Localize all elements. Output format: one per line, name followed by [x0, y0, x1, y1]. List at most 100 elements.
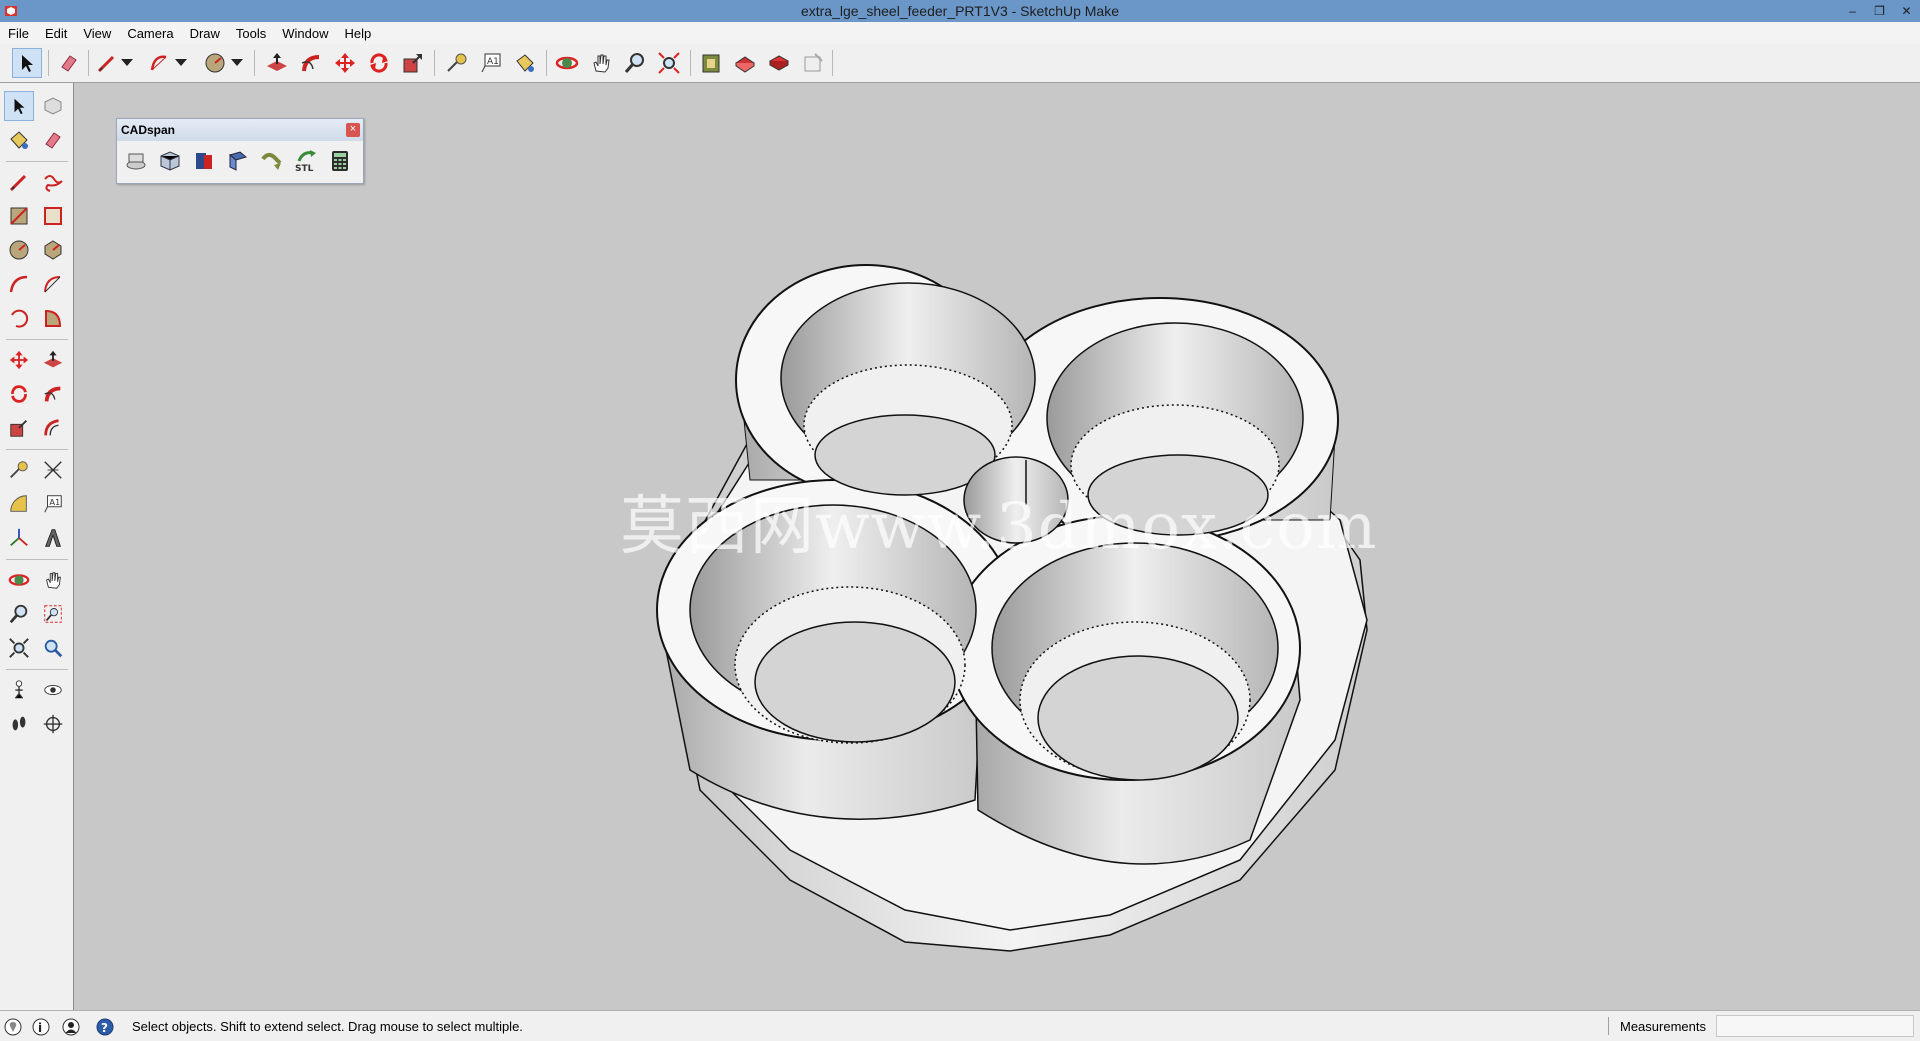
line-dropdown-chevron-icon[interactable]	[118, 48, 136, 78]
move-left-icon[interactable]	[4, 345, 34, 375]
push-pull-left-icon[interactable]	[38, 345, 68, 375]
orbit-icon[interactable]	[552, 48, 582, 78]
cadspan-resurface-icon[interactable]	[189, 146, 219, 176]
menu-file[interactable]: File	[0, 26, 37, 41]
circle-left-icon[interactable]	[4, 235, 34, 265]
cadspan-import-icon[interactable]	[121, 146, 151, 176]
circle-tool-icon[interactable]	[200, 48, 230, 78]
menu-bar: File Edit View Camera Draw Tools Window …	[0, 22, 1920, 44]
zoom-extents-left-icon[interactable]	[4, 633, 34, 663]
walk-footprints-icon[interactable]	[4, 709, 34, 739]
svg-text:A1: A1	[487, 57, 499, 67]
previous-view-icon[interactable]	[38, 633, 68, 663]
main-toolbar: A1	[0, 44, 1920, 83]
restore-button[interactable]: ❐	[1866, 0, 1893, 22]
menu-edit[interactable]: Edit	[37, 26, 75, 41]
pan-left-icon[interactable]	[38, 565, 68, 595]
select-tool-icon[interactable]	[12, 48, 42, 78]
measurements-label: Measurements	[1620, 1019, 1706, 1034]
cadspan-cube-icon[interactable]	[155, 146, 185, 176]
status-bar: i ? Select objects. Shift to extend sele…	[0, 1010, 1920, 1041]
svg-text:A1: A1	[49, 497, 60, 507]
zoom-left-icon[interactable]	[4, 599, 34, 629]
arc-tool-icon[interactable]	[144, 48, 174, 78]
text-left-icon[interactable]: A1	[38, 489, 68, 519]
warehouse-models-icon[interactable]	[696, 48, 726, 78]
cadspan-stl-label: STL	[295, 164, 314, 173]
cadspan-close-icon[interactable]: ×	[346, 123, 360, 137]
close-button[interactable]: ✕	[1893, 0, 1920, 22]
scale-icon[interactable]	[398, 48, 428, 78]
svg-text:?: ?	[101, 1021, 108, 1035]
pan-hand-icon[interactable]	[586, 48, 616, 78]
user-account-icon[interactable]	[62, 1018, 80, 1036]
cadspan-grid-icon[interactable]	[223, 146, 253, 176]
push-pull-icon[interactable]	[262, 48, 292, 78]
cadspan-repair-icon[interactable]	[257, 146, 287, 176]
tape-measure-left-icon[interactable]	[4, 455, 34, 485]
help-icon[interactable]: ?	[96, 1018, 114, 1036]
svg-text:i: i	[38, 1021, 42, 1035]
3d-text-icon[interactable]	[38, 523, 68, 553]
extension-warehouse-icon[interactable]	[798, 48, 828, 78]
window-title: extra_lge_sheel_feeder_PRT1V3 - SketchUp…	[800, 3, 1120, 19]
menu-tools[interactable]: Tools	[228, 26, 274, 41]
paint-bucket-icon[interactable]	[510, 48, 540, 78]
menu-window[interactable]: Window	[274, 26, 336, 41]
select-arrow-icon[interactable]	[4, 91, 34, 121]
minimize-button[interactable]: –	[1839, 0, 1866, 22]
status-hint: Select objects. Shift to extend select. …	[132, 1019, 523, 1034]
menu-help[interactable]: Help	[337, 26, 380, 41]
move-icon[interactable]	[330, 48, 360, 78]
model-viewport[interactable]: 莫西网www.3dmox.com	[74, 83, 1920, 1010]
share-component-icon[interactable]	[764, 48, 794, 78]
menu-view[interactable]: View	[75, 26, 119, 41]
follow-me-left-icon[interactable]	[38, 379, 68, 409]
share-model-icon[interactable]	[730, 48, 760, 78]
pie-icon[interactable]	[38, 303, 68, 333]
offset-icon[interactable]	[38, 413, 68, 443]
look-around-icon[interactable]	[38, 675, 68, 705]
section-plane-icon[interactable]	[38, 709, 68, 739]
left-toolbar: A1	[0, 83, 74, 1010]
axes-icon[interactable]	[4, 523, 34, 553]
arc-left-icon[interactable]	[4, 269, 34, 299]
circle-dropdown-chevron-icon[interactable]	[228, 48, 246, 78]
cadspan-title[interactable]: CADspan ×	[117, 119, 363, 141]
cadspan-stl-export-icon[interactable]: STL	[291, 146, 321, 176]
tape-measure-icon[interactable]	[442, 48, 472, 78]
two-point-arc-icon[interactable]	[38, 269, 68, 299]
arc-dropdown-chevron-icon[interactable]	[172, 48, 190, 78]
zoom-extents-icon[interactable]	[654, 48, 684, 78]
eraser-icon[interactable]	[54, 48, 84, 78]
watermark-text: 莫西网www.3dmox.com	[620, 490, 1378, 564]
credits-icon[interactable]: i	[32, 1018, 50, 1036]
cadspan-toolbar-window: CADspan × STL	[116, 118, 364, 184]
cadspan-calculator-icon[interactable]	[325, 146, 355, 176]
freehand-icon[interactable]	[38, 167, 68, 197]
menu-camera[interactable]: Camera	[119, 26, 181, 41]
line-left-icon[interactable]	[4, 167, 34, 197]
measurements-divider	[1608, 1017, 1609, 1035]
position-camera-icon[interactable]	[4, 675, 34, 705]
menu-draw[interactable]: Draw	[182, 26, 228, 41]
rectangle-icon[interactable]	[4, 201, 34, 231]
dimension-icon[interactable]	[38, 455, 68, 485]
scale-left-icon[interactable]	[4, 413, 34, 443]
zoom-window-icon[interactable]	[38, 599, 68, 629]
zoom-icon[interactable]	[620, 48, 650, 78]
polygon-icon[interactable]	[38, 235, 68, 265]
measurements-input[interactable]	[1716, 1015, 1914, 1037]
orbit-left-icon[interactable]	[4, 565, 34, 595]
three-point-arc-icon[interactable]	[4, 303, 34, 333]
make-component-icon[interactable]	[38, 91, 68, 121]
eraser-left-icon[interactable]	[38, 125, 68, 155]
paint-bucket-left-icon[interactable]	[4, 125, 34, 155]
text-tool-icon[interactable]: A1	[476, 48, 506, 78]
follow-me-icon[interactable]	[296, 48, 326, 78]
geo-location-icon[interactable]	[4, 1018, 22, 1036]
protractor-icon[interactable]	[4, 489, 34, 519]
rotated-rectangle-icon[interactable]	[38, 201, 68, 231]
rotate-left-icon[interactable]	[4, 379, 34, 409]
rotate-icon[interactable]	[364, 48, 394, 78]
